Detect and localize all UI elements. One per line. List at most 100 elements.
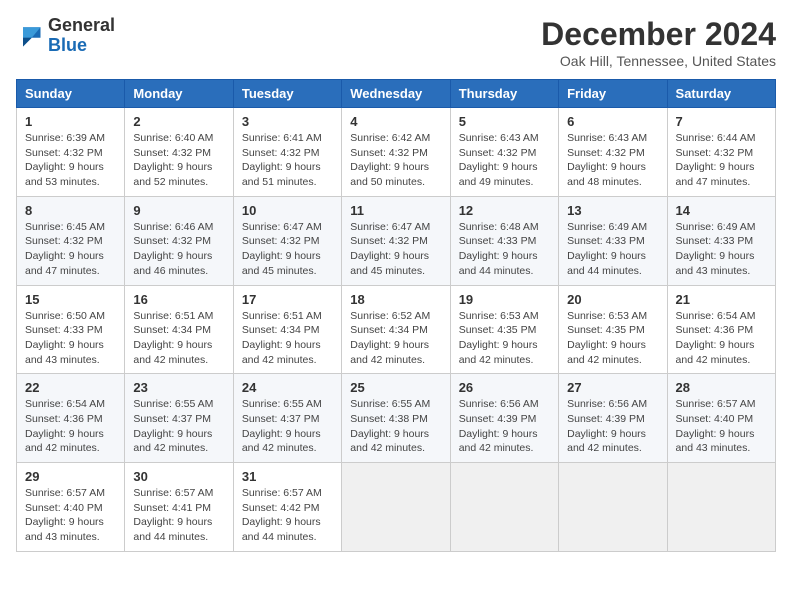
calendar-body: 1 Sunrise: 6:39 AMSunset: 4:32 PMDaylight…: [17, 108, 776, 552]
day-detail: Sunrise: 6:57 AMSunset: 4:41 PMDaylight:…: [133, 486, 224, 545]
calendar-day-cell: 7Sunrise: 6:44 AMSunset: 4:32 PMDaylight…: [667, 108, 775, 197]
day-number: 16: [133, 292, 224, 307]
day-detail: Sunrise: 6:43 AMSunset: 4:32 PMDaylight:…: [567, 131, 658, 190]
day-of-week-header: Tuesday: [233, 80, 341, 108]
calendar-day-cell: 30 Sunrise: 6:57 AMSunset: 4:41 PMDayligh…: [125, 463, 233, 552]
day-detail: Sunrise: 6:43 AMSunset: 4:32 PMDaylight:…: [459, 131, 550, 190]
calendar-day-cell: 14 Sunrise: 6:49 AMSunset: 4:33 PMDayligh…: [667, 196, 775, 285]
calendar-day-cell: 24Sunrise: 6:55 AMSunset: 4:37 PMDayligh…: [233, 374, 341, 463]
day-detail: Sunrise: 6:41 AMSunset: 4:32 PMDaylight:…: [242, 131, 333, 190]
day-of-week-header: Monday: [125, 80, 233, 108]
day-detail: Sunrise: 6:39 AMSunset: 4:32 PMDaylight:…: [25, 131, 116, 190]
calendar-week-row: 1 Sunrise: 6:39 AMSunset: 4:32 PMDaylight…: [17, 108, 776, 197]
day-number: 26: [459, 380, 550, 395]
day-of-week-header: Wednesday: [342, 80, 450, 108]
day-number: 10: [242, 203, 333, 218]
month-year-title: December 2024: [541, 16, 776, 53]
title-block: December 2024 Oak Hill, Tennessee, Unite…: [541, 16, 776, 69]
day-number: 25: [350, 380, 441, 395]
day-number: 9: [133, 203, 224, 218]
calendar-day-cell: 10 Sunrise: 6:47 AMSunset: 4:32 PMDayligh…: [233, 196, 341, 285]
day-number: 31: [242, 469, 333, 484]
day-number: 15: [25, 292, 116, 307]
calendar-day-cell: 12 Sunrise: 6:48 AMSunset: 4:33 PMDayligh…: [450, 196, 558, 285]
day-detail: Sunrise: 6:56 AMSunset: 4:39 PMDaylight:…: [459, 397, 550, 456]
calendar-week-row: 29Sunrise: 6:57 AMSunset: 4:40 PMDayligh…: [17, 463, 776, 552]
day-number: 28: [676, 380, 767, 395]
day-number: 30: [133, 469, 224, 484]
calendar-day-cell: 31 Sunrise: 6:57 AMSunset: 4:42 PMDayligh…: [233, 463, 341, 552]
day-detail: Sunrise: 6:57 AMSunset: 4:40 PMDaylight:…: [676, 397, 767, 456]
day-detail: Sunrise: 6:54 AMSunset: 4:36 PMDaylight:…: [676, 309, 767, 368]
calendar-day-cell: 22 Sunrise: 6:54 AMSunset: 4:36 PMDayligh…: [17, 374, 125, 463]
day-of-week-header: Thursday: [450, 80, 558, 108]
day-detail: Sunrise: 6:53 AMSunset: 4:35 PMDaylight:…: [567, 309, 658, 368]
day-number: 1: [25, 114, 116, 129]
day-detail: Sunrise: 6:57 AMSunset: 4:42 PMDaylight:…: [242, 486, 333, 545]
day-number: 6: [567, 114, 658, 129]
logo-icon: [16, 22, 44, 50]
day-number: 18: [350, 292, 441, 307]
calendar-week-row: 22 Sunrise: 6:54 AMSunset: 4:36 PMDayligh…: [17, 374, 776, 463]
calendar-day-cell: 6 Sunrise: 6:43 AMSunset: 4:32 PMDaylight…: [559, 108, 667, 197]
calendar-day-cell: 8Sunrise: 6:45 AMSunset: 4:32 PMDaylight…: [17, 196, 125, 285]
calendar-day-cell: 13 Sunrise: 6:49 AMSunset: 4:33 PMDayligh…: [559, 196, 667, 285]
calendar-day-cell: 15Sunrise: 6:50 AMSunset: 4:33 PMDayligh…: [17, 285, 125, 374]
day-number: 4: [350, 114, 441, 129]
calendar-day-cell: 20 Sunrise: 6:53 AMSunset: 4:35 PMDayligh…: [559, 285, 667, 374]
day-number: 19: [459, 292, 550, 307]
calendar-day-cell: 19 Sunrise: 6:53 AMSunset: 4:35 PMDayligh…: [450, 285, 558, 374]
day-number: 2: [133, 114, 224, 129]
calendar-table: SundayMondayTuesdayWednesdayThursdayFrid…: [16, 79, 776, 552]
day-of-week-header: Saturday: [667, 80, 775, 108]
day-of-week-header: Friday: [559, 80, 667, 108]
day-number: 17: [242, 292, 333, 307]
day-number: 12: [459, 203, 550, 218]
day-number: 5: [459, 114, 550, 129]
day-number: 3: [242, 114, 333, 129]
calendar-day-cell: 5 Sunrise: 6:43 AMSunset: 4:32 PMDaylight…: [450, 108, 558, 197]
day-number: 24: [242, 380, 333, 395]
day-number: 23: [133, 380, 224, 395]
calendar-day-cell: 29Sunrise: 6:57 AMSunset: 4:40 PMDayligh…: [17, 463, 125, 552]
calendar-header-row: SundayMondayTuesdayWednesdayThursdayFrid…: [17, 80, 776, 108]
calendar-day-cell: 2 Sunrise: 6:40 AMSunset: 4:32 PMDaylight…: [125, 108, 233, 197]
day-number: 27: [567, 380, 658, 395]
calendar-day-cell: 16 Sunrise: 6:51 AMSunset: 4:34 PMDayligh…: [125, 285, 233, 374]
day-number: 20: [567, 292, 658, 307]
day-detail: Sunrise: 6:55 AMSunset: 4:38 PMDaylight:…: [350, 397, 441, 456]
day-number: 8: [25, 203, 116, 218]
calendar-day-cell: 11Sunrise: 6:47 AMSunset: 4:32 PMDayligh…: [342, 196, 450, 285]
day-number: 21: [676, 292, 767, 307]
day-detail: Sunrise: 6:54 AMSunset: 4:36 PMDaylight:…: [25, 397, 116, 456]
calendar-day-cell: 23 Sunrise: 6:55 AMSunset: 4:37 PMDayligh…: [125, 374, 233, 463]
day-detail: Sunrise: 6:42 AMSunset: 4:32 PMDaylight:…: [350, 131, 441, 190]
calendar-day-cell: [667, 463, 775, 552]
location-subtitle: Oak Hill, Tennessee, United States: [541, 53, 776, 69]
calendar-day-cell: [450, 463, 558, 552]
day-number: 7: [676, 114, 767, 129]
calendar-day-cell: 27Sunrise: 6:56 AMSunset: 4:39 PMDayligh…: [559, 374, 667, 463]
day-detail: Sunrise: 6:57 AMSunset: 4:40 PMDaylight:…: [25, 486, 116, 545]
day-detail: Sunrise: 6:53 AMSunset: 4:35 PMDaylight:…: [459, 309, 550, 368]
calendar-day-cell: 28 Sunrise: 6:57 AMSunset: 4:40 PMDayligh…: [667, 374, 775, 463]
calendar-week-row: 8Sunrise: 6:45 AMSunset: 4:32 PMDaylight…: [17, 196, 776, 285]
calendar-day-cell: 17Sunrise: 6:51 AMSunset: 4:34 PMDayligh…: [233, 285, 341, 374]
calendar-day-cell: 1 Sunrise: 6:39 AMSunset: 4:32 PMDaylight…: [17, 108, 125, 197]
day-detail: Sunrise: 6:49 AMSunset: 4:33 PMDaylight:…: [676, 220, 767, 279]
day-detail: Sunrise: 6:40 AMSunset: 4:32 PMDaylight:…: [133, 131, 224, 190]
day-detail: Sunrise: 6:47 AMSunset: 4:32 PMDaylight:…: [242, 220, 333, 279]
day-detail: Sunrise: 6:51 AMSunset: 4:34 PMDaylight:…: [133, 309, 224, 368]
day-number: 14: [676, 203, 767, 218]
calendar-day-cell: 4 Sunrise: 6:42 AMSunset: 4:32 PMDaylight…: [342, 108, 450, 197]
day-number: 22: [25, 380, 116, 395]
page-header: General Blue December 2024 Oak Hill, Ten…: [16, 16, 776, 69]
day-number: 13: [567, 203, 658, 218]
day-detail: Sunrise: 6:48 AMSunset: 4:33 PMDaylight:…: [459, 220, 550, 279]
logo-text: General Blue: [48, 16, 115, 56]
calendar-day-cell: 9Sunrise: 6:46 AMSunset: 4:32 PMDaylight…: [125, 196, 233, 285]
calendar-day-cell: [559, 463, 667, 552]
calendar-day-cell: [342, 463, 450, 552]
day-detail: Sunrise: 6:55 AMSunset: 4:37 PMDaylight:…: [133, 397, 224, 456]
day-detail: Sunrise: 6:49 AMSunset: 4:33 PMDaylight:…: [567, 220, 658, 279]
